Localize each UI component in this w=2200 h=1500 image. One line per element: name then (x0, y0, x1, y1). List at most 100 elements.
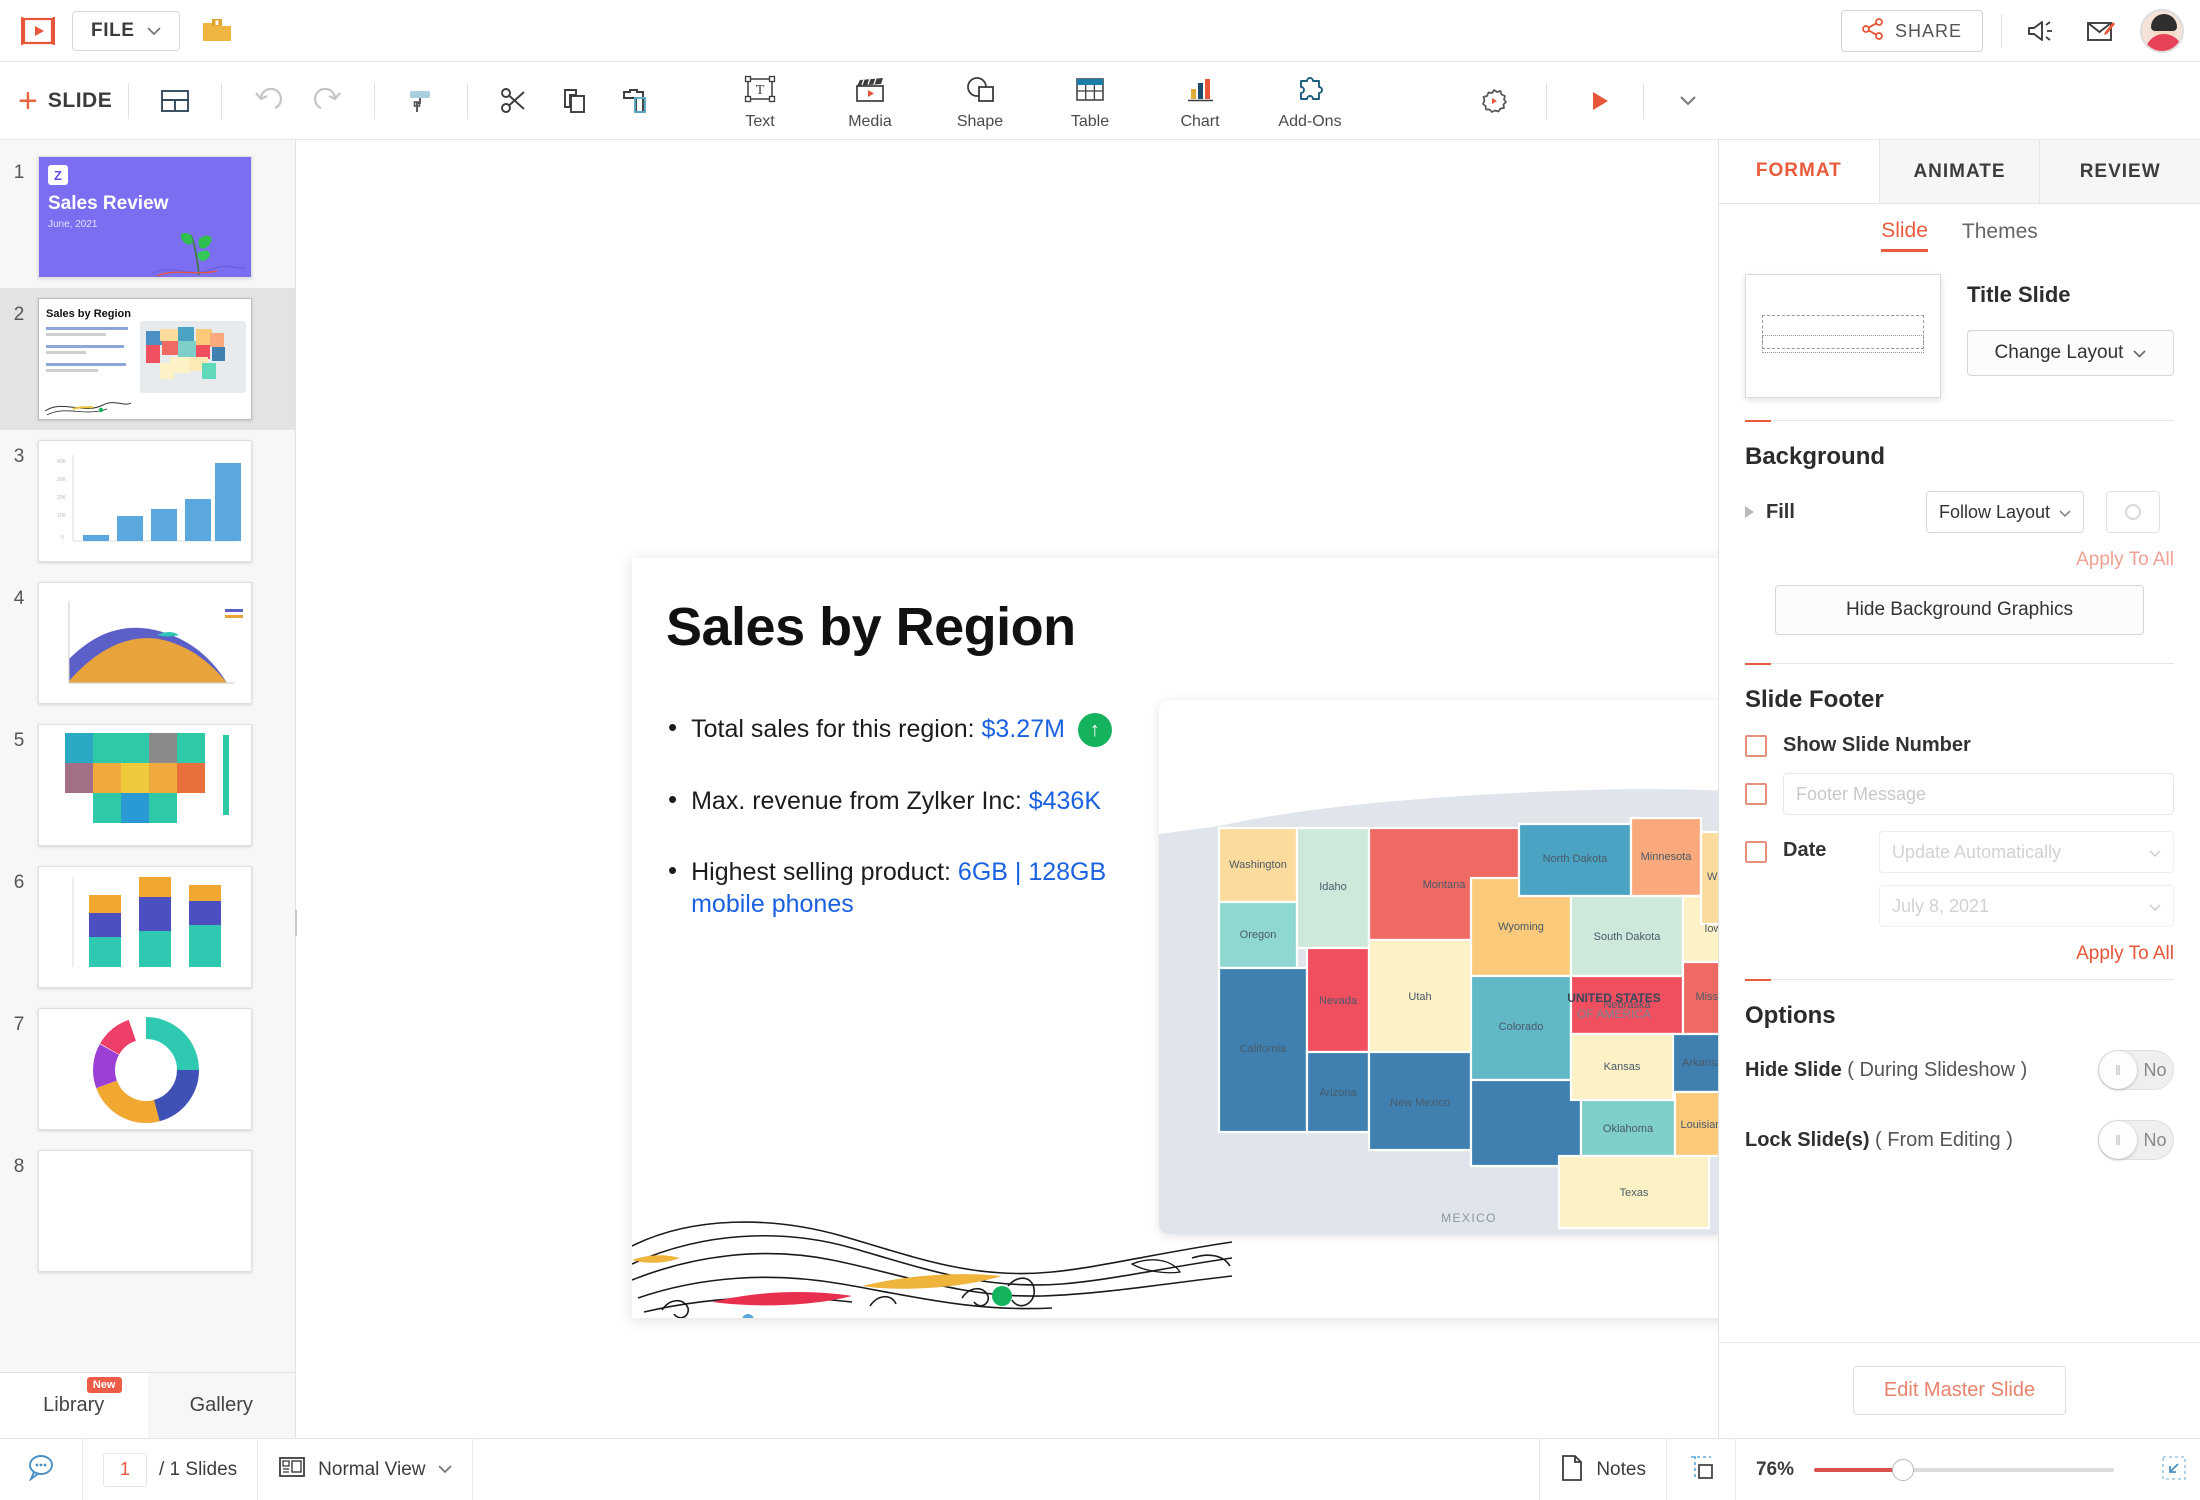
map-center-label-1: UNITED STATES (1567, 991, 1661, 1005)
notes-label: Notes (1596, 1459, 1646, 1480)
background-apply-to-all[interactable]: Apply To All (1745, 549, 2174, 571)
zoom-slider[interactable] (1814, 1459, 2114, 1481)
svg-text:MEXICO: MEXICO (1441, 1211, 1497, 1225)
change-layout-button[interactable]: Change Layout (1967, 330, 2174, 376)
lock-slide-toggle[interactable]: ‖ No (2098, 1120, 2174, 1160)
view-mode-label: Normal View (318, 1458, 426, 1480)
tab-format[interactable]: FORMAT (1719, 140, 1880, 203)
top-bar-right-actions: SHARE (1840, 0, 2184, 62)
date-value: July 8, 2021 (1892, 895, 1990, 916)
hide-background-graphics-button[interactable]: Hide Background Graphics (1775, 585, 2144, 635)
svg-text:20K: 20K (57, 495, 67, 501)
slide-list-item[interactable]: 3 40K 30K 20K 10K 0 (0, 430, 295, 572)
hide-slide-toggle[interactable]: ‖ No (2098, 1050, 2174, 1090)
subtab-slide[interactable]: Slide (1881, 219, 1928, 252)
footer-message-checkbox[interactable] (1745, 783, 1767, 805)
slide-list-item-selected[interactable]: 2 Sales by Region (0, 288, 295, 430)
show-slide-number-checkbox[interactable] (1745, 734, 1767, 757)
layout-preview-thumbnail[interactable] (1745, 274, 1941, 398)
footer-apply-to-all[interactable]: Apply To All (1745, 943, 2174, 965)
ribbon-item-media[interactable]: Media (830, 71, 910, 131)
chevron-down-icon (437, 1461, 452, 1479)
slide-thumbnail[interactable] (38, 866, 252, 988)
panel-resize-handle[interactable] (290, 910, 302, 936)
ribbon-item-chart[interactable]: Chart (1160, 71, 1240, 131)
show-slide-number-label: Show Slide Number (1783, 734, 1971, 756)
show-slide-number-row: Show Slide Number (1745, 734, 2174, 757)
date-mode-select[interactable]: Update Automatically (1879, 831, 2174, 873)
notes-cell[interactable]: Notes (1539, 1439, 1666, 1500)
thumb-title: Sales Review (48, 193, 169, 214)
scissors-icon[interactable] (491, 78, 537, 124)
tab-animate[interactable]: ANIMATE (1879, 140, 2041, 203)
open-folder-icon[interactable] (200, 14, 234, 48)
change-layout-label: Change Layout (1994, 342, 2124, 363)
play-icon[interactable] (1576, 78, 1622, 124)
paste-icon[interactable] (611, 78, 657, 124)
footer-message-input[interactable]: Footer Message (1783, 773, 2174, 815)
subtab-themes[interactable]: Themes (1962, 220, 2038, 250)
slide-thumbnail[interactable]: Z Sales Review June, 2021 (38, 156, 252, 278)
svg-text:T: T (756, 83, 765, 98)
color-swatch-icon[interactable] (2106, 491, 2160, 533)
ribbon-label: Media (848, 113, 892, 130)
tab-gallery[interactable]: Gallery (148, 1373, 296, 1438)
play-options-chevron-down-icon[interactable] (1665, 78, 1711, 124)
ribbon-label: Add-Ons (1278, 113, 1342, 130)
ribbon-item-table[interactable]: Table (1050, 71, 1130, 131)
bullet-item[interactable]: • Max. revenue from Zylker Inc: $436K (668, 784, 1168, 818)
slide-list-item[interactable]: 8 (0, 1140, 295, 1282)
slide-thumbnail[interactable] (38, 724, 252, 846)
layout-section: Title Slide Change Layout (1745, 266, 2174, 416)
slide-list-item[interactable]: 1 Z Sales Review June, 2021 (0, 146, 295, 288)
gear-icon[interactable] (1471, 78, 1517, 124)
slide-thumbnail-list[interactable]: 1 Z Sales Review June, 2021 2 Sales by R… (0, 140, 295, 1372)
ribbon-item-shape[interactable]: Shape (940, 71, 1020, 131)
view-mode-cell[interactable]: Normal View (258, 1438, 473, 1500)
guides-cell[interactable] (1665, 1439, 1736, 1500)
edit-master-slide-button[interactable]: Edit Master Slide (1852, 1366, 2067, 1415)
slide-thumbnail[interactable] (38, 582, 252, 704)
paint-roller-icon[interactable] (398, 78, 444, 124)
bullet-item[interactable]: • Highest selling product: 6GB | 128GB m… (668, 855, 1168, 921)
slide-thumbnail[interactable]: 40K 30K 20K 10K 0 (38, 440, 252, 562)
redo-icon[interactable] (305, 78, 351, 124)
avatar[interactable] (2140, 9, 2184, 53)
slide-list-item[interactable]: 7 (0, 998, 295, 1140)
comment-cell[interactable] (0, 1438, 83, 1500)
bullet-item[interactable]: • Total sales for this region: $3.27M ↑ (668, 712, 1168, 748)
slide-thumbnail[interactable] (38, 1008, 252, 1130)
slide-layout-icon[interactable] (152, 78, 198, 124)
add-slide-button[interactable]: + SLIDE (18, 84, 112, 118)
slide-thumbnail[interactable]: Sales by Region (38, 298, 252, 420)
ribbon-item-add-ons[interactable]: Add-Ons (1270, 71, 1350, 131)
triangle-right-icon[interactable] (1745, 506, 1754, 518)
date-checkbox[interactable] (1745, 841, 1767, 863)
slide-number: 3 (13, 446, 25, 467)
undo-icon[interactable] (245, 78, 291, 124)
envelope-edit-icon[interactable] (2080, 10, 2122, 52)
copy-icon[interactable] (551, 78, 597, 124)
current-slide-input[interactable]: 1 (103, 1452, 147, 1487)
slide-list-item[interactable]: 4 (0, 572, 295, 714)
date-value-select[interactable]: July 8, 2021 (1879, 885, 2174, 927)
share-button[interactable]: SHARE (1840, 10, 1983, 52)
slide-title[interactable]: Sales by Region (666, 596, 1076, 658)
tab-review[interactable]: REVIEW (2040, 140, 2200, 203)
bullet-text: Highest selling product: (691, 857, 958, 886)
presentation-logo-icon[interactable] (18, 11, 58, 51)
slide-list-item[interactable]: 5 (0, 714, 295, 856)
megaphone-icon[interactable] (2020, 10, 2062, 52)
file-menu-button[interactable]: FILE (72, 10, 180, 51)
share-nodes-icon (1862, 17, 1884, 45)
fill-select[interactable]: Follow Layout (1926, 491, 2084, 533)
slide-thumbnail[interactable] (38, 1150, 252, 1272)
comment-bubble-icon[interactable] (26, 1453, 56, 1486)
footer-message-placeholder: Footer Message (1796, 783, 1927, 804)
toggle-knob: ‖ (2099, 1121, 2137, 1159)
slide-list-item[interactable]: 6 (0, 856, 295, 998)
zoom-slider-knob[interactable] (1892, 1459, 1914, 1481)
fit-to-screen-icon[interactable] (2160, 1454, 2188, 1487)
ribbon-item-text[interactable]: T Text (720, 71, 800, 131)
tab-library[interactable]: Library New (0, 1373, 148, 1438)
